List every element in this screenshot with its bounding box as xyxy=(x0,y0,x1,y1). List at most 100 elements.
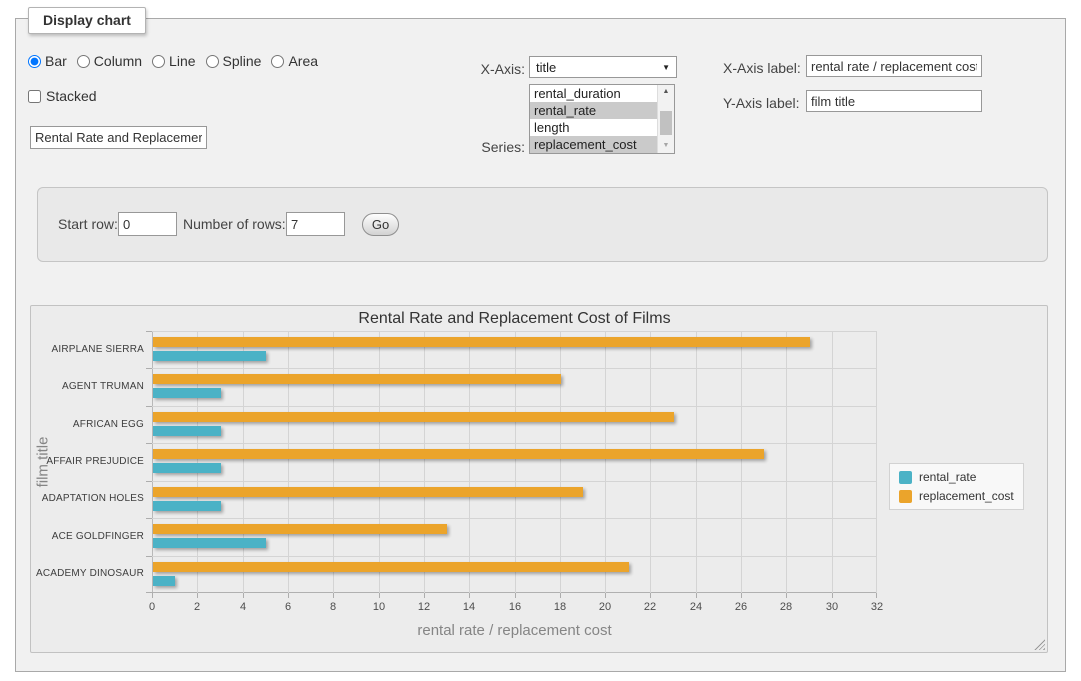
x-tick-label: 12 xyxy=(404,601,444,613)
x-tick-label: 28 xyxy=(766,601,806,613)
y-axis-tick xyxy=(146,592,152,593)
legend-item-rental-rate[interactable]: rental_rate xyxy=(899,470,1014,484)
gridline-x-12 xyxy=(424,331,425,593)
gridline-x-26 xyxy=(741,331,742,593)
radio-bar-input[interactable] xyxy=(28,55,41,68)
gridline-x-2 xyxy=(197,331,198,593)
chart-title: Rental Rate and Replacement Cost of Film… xyxy=(152,310,877,328)
bar-replacement_cost[interactable] xyxy=(153,449,764,459)
chart-container: Rental Rate and Replacement Cost of Film… xyxy=(30,305,1048,653)
radio-column-input[interactable] xyxy=(77,55,90,68)
x-tick-label: 4 xyxy=(223,601,263,613)
x-axis-tick xyxy=(424,593,425,598)
x-axis-tick xyxy=(786,593,787,598)
x-axis-tick xyxy=(288,593,289,598)
bar-rental_rate[interactable] xyxy=(153,388,221,398)
x-axis-select-label: X-Axis: xyxy=(455,61,525,77)
x-tick-label: 10 xyxy=(359,601,399,613)
legend-swatch-replacement-cost xyxy=(899,490,912,503)
radio-area-input[interactable] xyxy=(271,55,284,68)
x-axis-select-value: title xyxy=(536,60,556,75)
y-axis-tick xyxy=(146,331,152,332)
scroll-up-icon[interactable]: ▲ xyxy=(658,85,674,99)
series-option-rental-rate[interactable]: rental_rate xyxy=(530,102,657,119)
gridline-x-10 xyxy=(379,331,380,593)
y-category-label: AGENT TRUMAN xyxy=(34,381,144,393)
y-category-label: AIRPLANE SIERRA xyxy=(34,344,144,356)
x-axis-label-input[interactable] xyxy=(806,55,982,77)
gridline-x-6 xyxy=(288,331,289,593)
series-option-length[interactable]: length xyxy=(530,119,657,136)
scrollbar-thumb[interactable] xyxy=(660,111,672,135)
x-tick-label: 8 xyxy=(313,601,353,613)
y-category-label: ACADEMY DINOSAUR xyxy=(34,568,144,580)
x-tick-label: 16 xyxy=(495,601,535,613)
y-axis-label-input[interactable] xyxy=(806,90,982,112)
chart-title-input[interactable] xyxy=(30,126,207,149)
gridline-y xyxy=(152,481,877,482)
stacked-label: Stacked xyxy=(46,88,97,104)
series-option-rental-duration[interactable]: rental_duration xyxy=(530,85,657,102)
x-tick-label: 24 xyxy=(676,601,716,613)
number-of-rows-input[interactable] xyxy=(286,212,345,236)
radio-spline-label: Spline xyxy=(223,53,262,69)
bar-replacement_cost[interactable] xyxy=(153,562,629,572)
series-scrollbar[interactable]: ▲ ▼ xyxy=(657,85,674,153)
scroll-down-icon[interactable]: ▼ xyxy=(658,139,674,153)
y-axis-tick xyxy=(146,481,152,482)
bar-replacement_cost[interactable] xyxy=(153,524,447,534)
x-tick-label: 20 xyxy=(585,601,625,613)
bar-replacement_cost[interactable] xyxy=(153,374,561,384)
gridline-x-16 xyxy=(515,331,516,593)
x-tick-label: 6 xyxy=(268,601,308,613)
gridline-x-32 xyxy=(876,331,877,593)
bar-rental_rate[interactable] xyxy=(153,351,266,361)
series-option-replacement-cost[interactable]: replacement_cost xyxy=(530,136,657,153)
y-axis-label-label: Y-Axis label: xyxy=(723,95,800,111)
bar-replacement_cost[interactable] xyxy=(153,337,810,347)
x-axis-select[interactable]: title ▼ xyxy=(529,56,677,78)
go-button[interactable]: Go xyxy=(362,213,399,236)
legend-label-rental-rate: rental_rate xyxy=(919,470,976,484)
legend-item-replacement-cost[interactable]: replacement_cost xyxy=(899,489,1014,503)
bar-rental_rate[interactable] xyxy=(153,463,221,473)
gridline-x-18 xyxy=(560,331,561,593)
x-axis-tick xyxy=(832,593,833,598)
radio-spline-input[interactable] xyxy=(206,55,219,68)
bar-rental_rate[interactable] xyxy=(153,576,175,586)
gridline-x-8 xyxy=(333,331,334,593)
select-dropdown-arrow-icon: ▼ xyxy=(662,63,670,72)
x-axis-tick xyxy=(560,593,561,598)
fieldset-legend: Display chart xyxy=(28,7,146,34)
gridline-y xyxy=(152,518,877,519)
bar-replacement_cost[interactable] xyxy=(153,487,583,497)
radio-line-input[interactable] xyxy=(152,55,165,68)
number-of-rows-label: Number of rows: xyxy=(183,216,286,232)
bar-replacement_cost[interactable] xyxy=(153,412,674,422)
radio-area[interactable]: Area xyxy=(271,53,318,69)
y-axis-tick xyxy=(146,406,152,407)
x-tick-label: 14 xyxy=(449,601,489,613)
radio-column[interactable]: Column xyxy=(77,53,142,69)
series-multiselect[interactable]: rental_duration rental_rate length repla… xyxy=(529,84,675,154)
series-options: rental_duration rental_rate length repla… xyxy=(530,85,657,153)
radio-bar[interactable]: Bar xyxy=(28,53,67,69)
x-tick-label: 30 xyxy=(812,601,852,613)
start-row-label: Start row: xyxy=(58,216,118,232)
gridline-x-14 xyxy=(469,331,470,593)
resize-handle-icon[interactable] xyxy=(1034,639,1045,650)
x-axis-tick xyxy=(469,593,470,598)
bar-rental_rate[interactable] xyxy=(153,501,221,511)
bar-rental_rate[interactable] xyxy=(153,426,221,436)
stacked-checkbox[interactable] xyxy=(28,90,41,103)
gridline-x-22 xyxy=(650,331,651,593)
gridline-y xyxy=(152,368,877,369)
start-row-input[interactable] xyxy=(118,212,177,236)
bar-rental_rate[interactable] xyxy=(153,538,266,548)
stacked-checkbox-row[interactable]: Stacked xyxy=(28,88,97,104)
gridline-y xyxy=(152,406,877,407)
y-axis-tick xyxy=(146,443,152,444)
radio-spline[interactable]: Spline xyxy=(206,53,262,69)
radio-line[interactable]: Line xyxy=(152,53,195,69)
y-axis-title: film title xyxy=(35,437,52,488)
